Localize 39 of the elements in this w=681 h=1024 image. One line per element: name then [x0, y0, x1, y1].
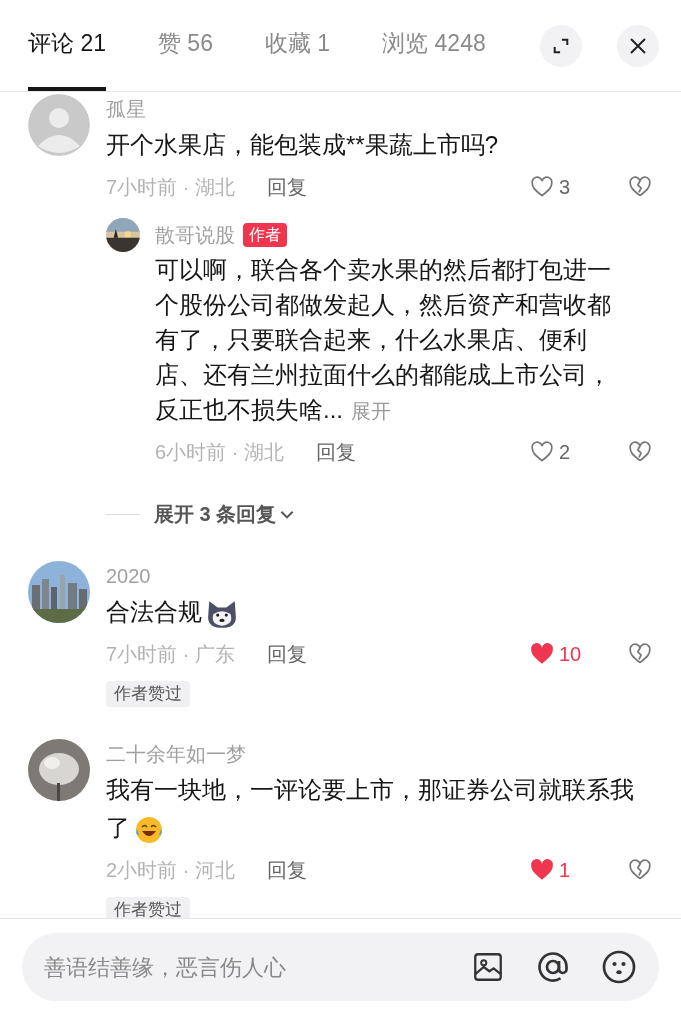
- comment-text: 合法合规: [106, 593, 681, 631]
- tab[interactable]: 赞 56: [158, 0, 213, 91]
- fullscreen-button[interactable]: [540, 24, 582, 67]
- image-icon[interactable]: [471, 950, 505, 984]
- commenter-name: 2020: [106, 564, 152, 589]
- reply-button[interactable]: 回复: [266, 639, 307, 669]
- reply-button[interactable]: 回复: [315, 437, 356, 467]
- reply-button[interactable]: 回复: [266, 172, 307, 202]
- like-count: 2: [559, 440, 572, 465]
- comment-field[interactable]: 善语结善缘，恶言伤人心: [22, 933, 659, 1001]
- tab[interactable]: 浏览 4248: [382, 0, 486, 91]
- comment-time-location: 2小时前 · 河北: [106, 858, 235, 883]
- close-icon: [628, 35, 648, 56]
- reply-text: 可以啊，联合各个卖水果的然后都打包进一个股份公司都做发起人，然后资产和营收都有了，只要联合起来，什么水果店、便利店、还有兰州拉面什么的都能成上市公司，反正也不损失啥... 展开: [155, 255, 612, 425]
- laughing-face-icon: [134, 814, 164, 845]
- comment-input[interactable]: 善语结善缘，恶言伤人心: [44, 950, 471, 984]
- reply-button[interactable]: 回复: [266, 855, 307, 885]
- like-count: 3: [559, 175, 572, 200]
- expand-replies-button[interactable]: 展开 3 条回复: [154, 499, 297, 529]
- expand-icon: [552, 36, 570, 55]
- commenter-name: 孤星: [106, 97, 147, 122]
- comment-text: 我有一块地，一评论要上市，那证券公司就联系我了: [106, 771, 681, 847]
- like-count: 10: [559, 642, 583, 667]
- close-button[interactable]: [617, 24, 659, 67]
- author-badge: 作者: [243, 223, 287, 247]
- comment-text: 开个水果店，能包装成**果蔬上市吗?: [106, 130, 500, 160]
- like-count: 1: [559, 858, 572, 883]
- commenter-name: 散哥说股: [155, 223, 235, 248]
- emoji-icon[interactable]: [601, 949, 637, 985]
- mention-icon[interactable]: [535, 949, 571, 985]
- comment-time-location: 7小时前 · 广东: [106, 642, 235, 667]
- author-liked-tag: 作者赞过: [106, 897, 190, 918]
- comment-time-location: 7小时前 · 湖北: [106, 175, 235, 200]
- comment-time-location: 6小时前 · 湖北: [155, 440, 284, 465]
- tab[interactable]: 评论 21: [28, 0, 106, 91]
- author-liked-tag: 作者赞过: [106, 681, 190, 707]
- tab[interactable]: 收藏 1: [264, 0, 331, 91]
- commenter-name: 二十余年如一梦: [106, 742, 247, 767]
- avatar-icon: [28, 94, 90, 156]
